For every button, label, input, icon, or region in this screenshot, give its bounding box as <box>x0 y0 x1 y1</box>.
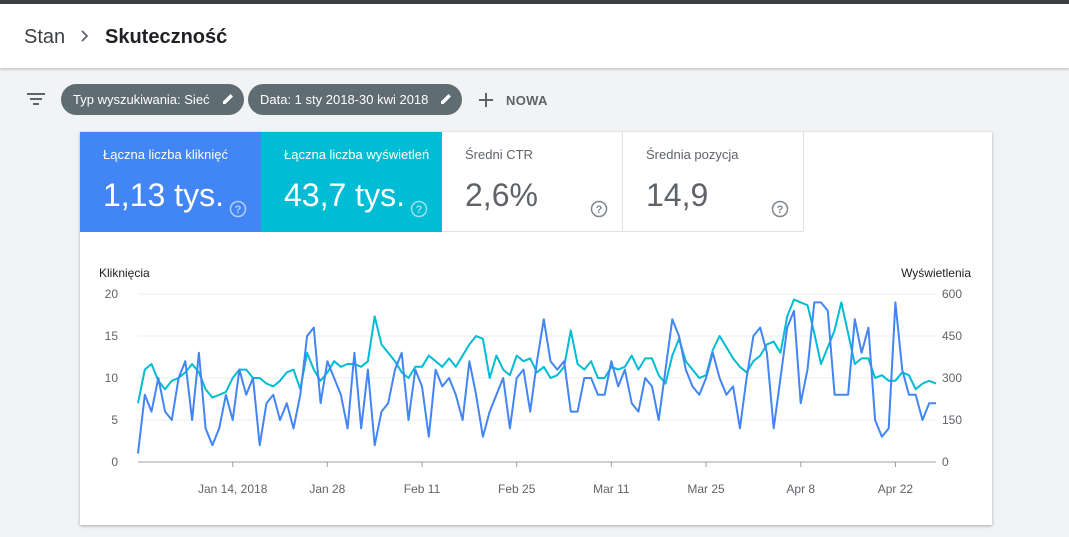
filter-chip-search-type[interactable]: Typ wyszukiwania: Sieć <box>61 84 244 115</box>
chevron-right-icon <box>81 30 89 42</box>
y-left-tick-label: 0 <box>111 455 118 469</box>
y-axis-right-ticks: 0 150 300 450 600 <box>942 287 962 469</box>
breadcrumb-root[interactable]: Stan <box>24 26 65 49</box>
y-left-tick-label: 15 <box>105 329 119 343</box>
x-tick-label: Jan 28 <box>309 482 345 496</box>
series-line-impressions <box>137 298 937 404</box>
x-tick-label: Apr 8 <box>786 482 815 496</box>
y-axis-right-title: Wyświetlenia <box>901 266 971 280</box>
x-tick-label: Feb 11 <box>404 482 441 496</box>
y-right-tick-label: 300 <box>942 371 962 385</box>
x-tick-label: Mar 25 <box>687 482 725 496</box>
y-right-tick-label: 600 <box>942 287 962 301</box>
y-right-tick-label: 450 <box>942 329 962 343</box>
chip-label: Data: 1 sty 2018-30 kwi 2018 <box>260 92 429 107</box>
x-tick-label: Apr 22 <box>878 482 914 496</box>
y-axis-left-title: Kliknięcia <box>99 266 150 280</box>
plus-icon <box>479 93 493 107</box>
page-title: Skuteczność <box>105 26 228 48</box>
y-right-tick-label: 0 <box>942 455 949 469</box>
performance-chart: Kliknięcia Wyświetlenia 0 5 10 15 20 0 150 300… <box>99 266 971 496</box>
filter-chip-date-range[interactable]: Data: 1 sty 2018-30 kwi 2018 <box>248 84 463 115</box>
x-axis-ticks: Jan 14, 2018 Jan 28 Feb 11 Feb 25 Mar 11 Mar … <box>198 462 913 496</box>
filter-icon[interactable] <box>26 91 46 107</box>
chip-label: Typ wyszukiwania: Sieć <box>73 92 210 107</box>
y-left-tick-label: 5 <box>111 413 118 427</box>
y-left-tick-label: 10 <box>105 371 119 385</box>
add-filter-label: NOWA <box>506 92 548 108</box>
add-filter-button[interactable]: NOWA <box>476 88 548 112</box>
edit-pencil-icon[interactable] <box>439 92 453 106</box>
edit-pencil-icon[interactable] <box>221 92 235 106</box>
performance-card: Łączna liczba kliknięć 1,13 tys. ? Łączn… <box>80 132 992 525</box>
filter-bar: Typ wyszukiwania: Sieć Data: 1 sty 2018-… <box>0 68 1069 132</box>
x-tick-label: Mar 11 <box>593 482 630 496</box>
y-axis-left-ticks: 0 5 10 15 20 <box>105 287 119 469</box>
x-tick-label: Jan 14, 2018 <box>198 482 268 496</box>
x-tick-label: Feb 25 <box>498 482 536 496</box>
chart-series <box>137 298 937 454</box>
y-right-tick-label: 150 <box>942 413 962 427</box>
y-left-tick-label: 20 <box>105 287 119 301</box>
page-header: Stan Skuteczność <box>0 4 1069 68</box>
